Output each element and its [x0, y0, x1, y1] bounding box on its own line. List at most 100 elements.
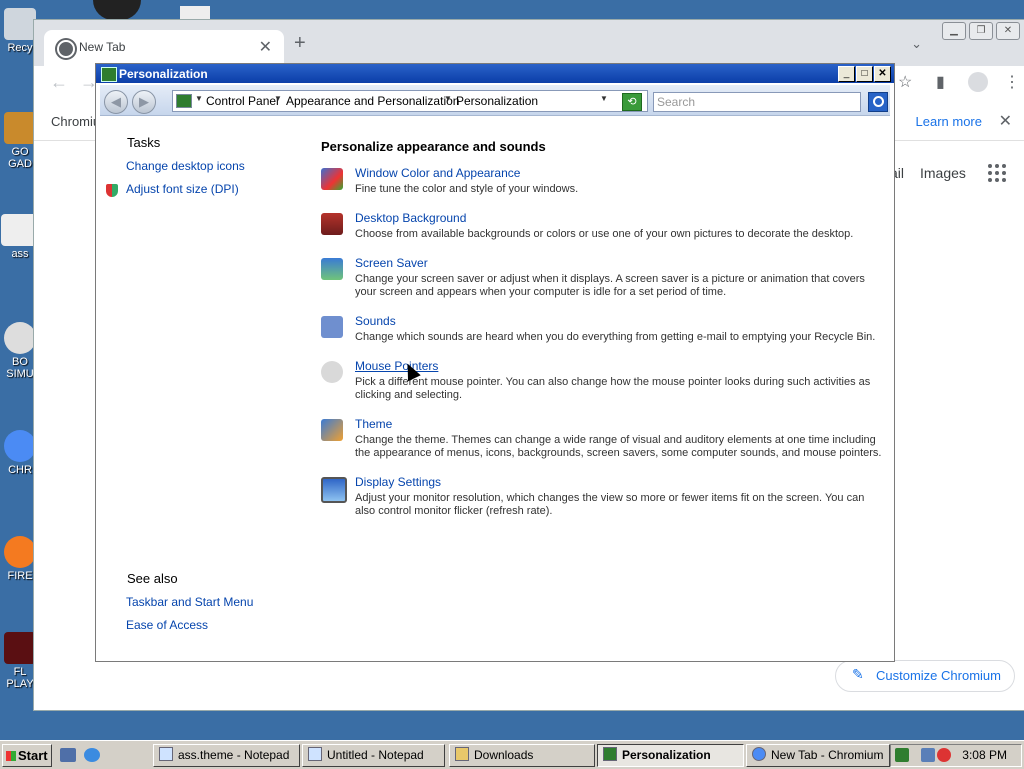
chromium-icon — [752, 747, 766, 761]
control-panel-icon — [603, 747, 617, 761]
desktop-icon-label: GO GAD — [8, 146, 32, 170]
tab-close-icon[interactable]: ✕ — [259, 37, 272, 57]
taskbar-start-menu-link[interactable]: Taskbar and Start Menu — [126, 595, 253, 609]
title-bar[interactable]: Personalization _ □ ✕ — [96, 64, 894, 83]
desktop-icon-label: FIRE — [7, 570, 33, 582]
address-bar: ◀ ▶ ▼ Control Panel ▼ Appearance and Per… — [100, 85, 890, 116]
taskbar-button-notepad-untitled[interactable]: Untitled - Notepad — [302, 744, 445, 767]
notepad-icon — [159, 747, 173, 761]
volume-muted-icon[interactable] — [937, 748, 951, 762]
maximize-button[interactable]: □ — [856, 66, 873, 82]
folder-icon — [455, 747, 469, 761]
search-icon[interactable] — [868, 92, 888, 112]
tab-search-chevron-icon[interactable]: ⌄ — [911, 36, 922, 52]
chevron-right-icon[interactable]: ▼ — [444, 94, 452, 103]
desktop-icon-top-2[interactable] — [93, 0, 141, 20]
uac-shield-icon — [106, 184, 118, 197]
taskbar-button-downloads[interactable]: Downloads — [449, 744, 595, 767]
desktop-icon-top-3[interactable] — [180, 6, 210, 20]
windows-logo-icon — [6, 751, 16, 761]
customize-chromium-button[interactable]: ✎ Customize Chromium — [835, 660, 1015, 692]
desktop-icon-label: FL PLAY — [6, 666, 34, 690]
show-desktop-icon[interactable] — [60, 748, 76, 762]
item-description: Adjust your monitor resolution, which ch… — [355, 492, 865, 517]
adjust-font-size-link[interactable]: Adjust font size (DPI) — [126, 182, 239, 196]
firefox-icon — [4, 536, 36, 568]
desktop-icon-label: BO SIMU — [6, 356, 34, 380]
breadcrumb-control-panel[interactable]: Control Panel — [206, 94, 279, 108]
close-icon[interactable]: ✕ — [999, 111, 1012, 131]
theme-icon — [321, 419, 343, 441]
bookmark-star-icon[interactable]: ☆ — [898, 72, 912, 92]
search-input[interactable]: Search — [653, 92, 861, 112]
change-desktop-icons-link[interactable]: Change desktop icons — [126, 159, 245, 173]
screen-saver-link[interactable]: Screen Saver — [355, 256, 428, 270]
apps-grid-icon[interactable] — [988, 164, 1006, 182]
taskbar-button-personalization[interactable]: Personalization — [597, 744, 744, 767]
mouse-pointers-link[interactable]: Mouse Pointers — [355, 359, 438, 373]
back-button[interactable]: ◀ — [104, 90, 128, 114]
item-description: Choose from available backgrounds or col… — [355, 228, 854, 240]
forward-button[interactable]: ▶ — [132, 90, 156, 114]
bookmark-item[interactable]: Chromiu — [51, 114, 100, 129]
item-description: Pick a different mouse pointer. You can … — [355, 376, 871, 401]
personalization-window: Personalization _ □ ✕ ◀ ▶ ▼ Control Pane… — [95, 63, 895, 662]
learn-more-link[interactable]: Learn more — [916, 114, 982, 129]
network-icon[interactable] — [921, 748, 935, 762]
sounds-icon — [321, 316, 343, 338]
control-panel-icon — [101, 67, 117, 82]
desktop-icon-label: ass — [11, 248, 29, 260]
control-panel-tray-icon[interactable] — [895, 748, 909, 762]
taskbar: Start ass.theme - Notepad Untitled - Not… — [0, 740, 1024, 769]
screen-saver-icon — [321, 258, 343, 280]
breadcrumb-personalization[interactable]: Personalization — [456, 94, 538, 108]
mouse-icon — [321, 361, 343, 383]
profile-icon[interactable] — [968, 72, 988, 92]
taskbar-button-label: Personalization — [622, 748, 711, 762]
item-description: Change which sounds are heard when you d… — [355, 331, 876, 343]
chevron-right-icon[interactable]: ▼ — [195, 94, 203, 103]
chevron-right-icon[interactable]: ▼ — [274, 94, 282, 103]
control-panel-icon — [176, 94, 192, 108]
desktop-background-icon — [321, 213, 343, 235]
start-button[interactable]: Start — [2, 744, 52, 767]
desktop-background-link[interactable]: Desktop Background — [355, 211, 466, 225]
tab-strip: New Tab ✕ + ⌄ ▁ ❐ ✕ — [34, 20, 1024, 66]
window-color-link[interactable]: Window Color and Appearance — [355, 166, 520, 180]
internet-explorer-icon[interactable] — [84, 748, 100, 762]
breadcrumb-appearance[interactable]: Appearance and Personalization — [286, 94, 459, 108]
taskbar-button-chromium[interactable]: New Tab - Chromium — [746, 744, 890, 767]
images-link[interactable]: Images — [920, 165, 966, 181]
taskbar-button-notepad-theme[interactable]: ass.theme - Notepad — [153, 744, 300, 767]
clock[interactable]: 3:08 PM — [962, 748, 1007, 762]
minimize-button[interactable]: _ — [838, 66, 855, 82]
refresh-icon[interactable]: ⟲ — [622, 93, 642, 111]
chromium-icon — [4, 430, 36, 462]
new-tab-icon[interactable]: + — [294, 32, 306, 55]
close-icon[interactable]: ✕ — [996, 22, 1020, 40]
recycle-bin-icon — [4, 8, 36, 40]
minimize-icon[interactable]: ▁ — [942, 22, 966, 40]
chromium-favicon-icon — [57, 40, 75, 58]
notepad-icon — [308, 747, 322, 761]
tab-new-tab[interactable]: New Tab ✕ — [44, 30, 284, 66]
close-button[interactable]: ✕ — [874, 66, 891, 82]
ease-of-access-link[interactable]: Ease of Access — [126, 618, 208, 632]
back-icon[interactable]: ← — [50, 72, 68, 93]
side-panel-icon[interactable]: ▮ — [936, 72, 945, 92]
sounds-link[interactable]: Sounds — [355, 314, 396, 328]
page-title: Personalize appearance and sounds — [321, 139, 546, 154]
display-settings-link[interactable]: Display Settings — [355, 475, 441, 489]
restore-icon[interactable]: ❐ — [969, 22, 993, 40]
gadgets-icon — [4, 112, 36, 144]
breadcrumb[interactable]: ▼ Control Panel ▼ Appearance and Persona… — [172, 90, 648, 112]
see-also-heading: See also — [127, 571, 178, 586]
taskbar-button-label: Downloads — [474, 748, 534, 762]
desktop-icon-label: Recy — [7, 42, 33, 54]
theme-link[interactable]: Theme — [355, 417, 392, 431]
item-description: Change the theme. Themes can change a wi… — [355, 434, 882, 459]
gear-icon — [4, 322, 36, 354]
chevron-down-icon[interactable]: ▼ — [600, 94, 608, 103]
menu-icon[interactable]: ⋮ — [1004, 72, 1020, 92]
item-description: Fine tune the color and style of your wi… — [355, 183, 579, 195]
